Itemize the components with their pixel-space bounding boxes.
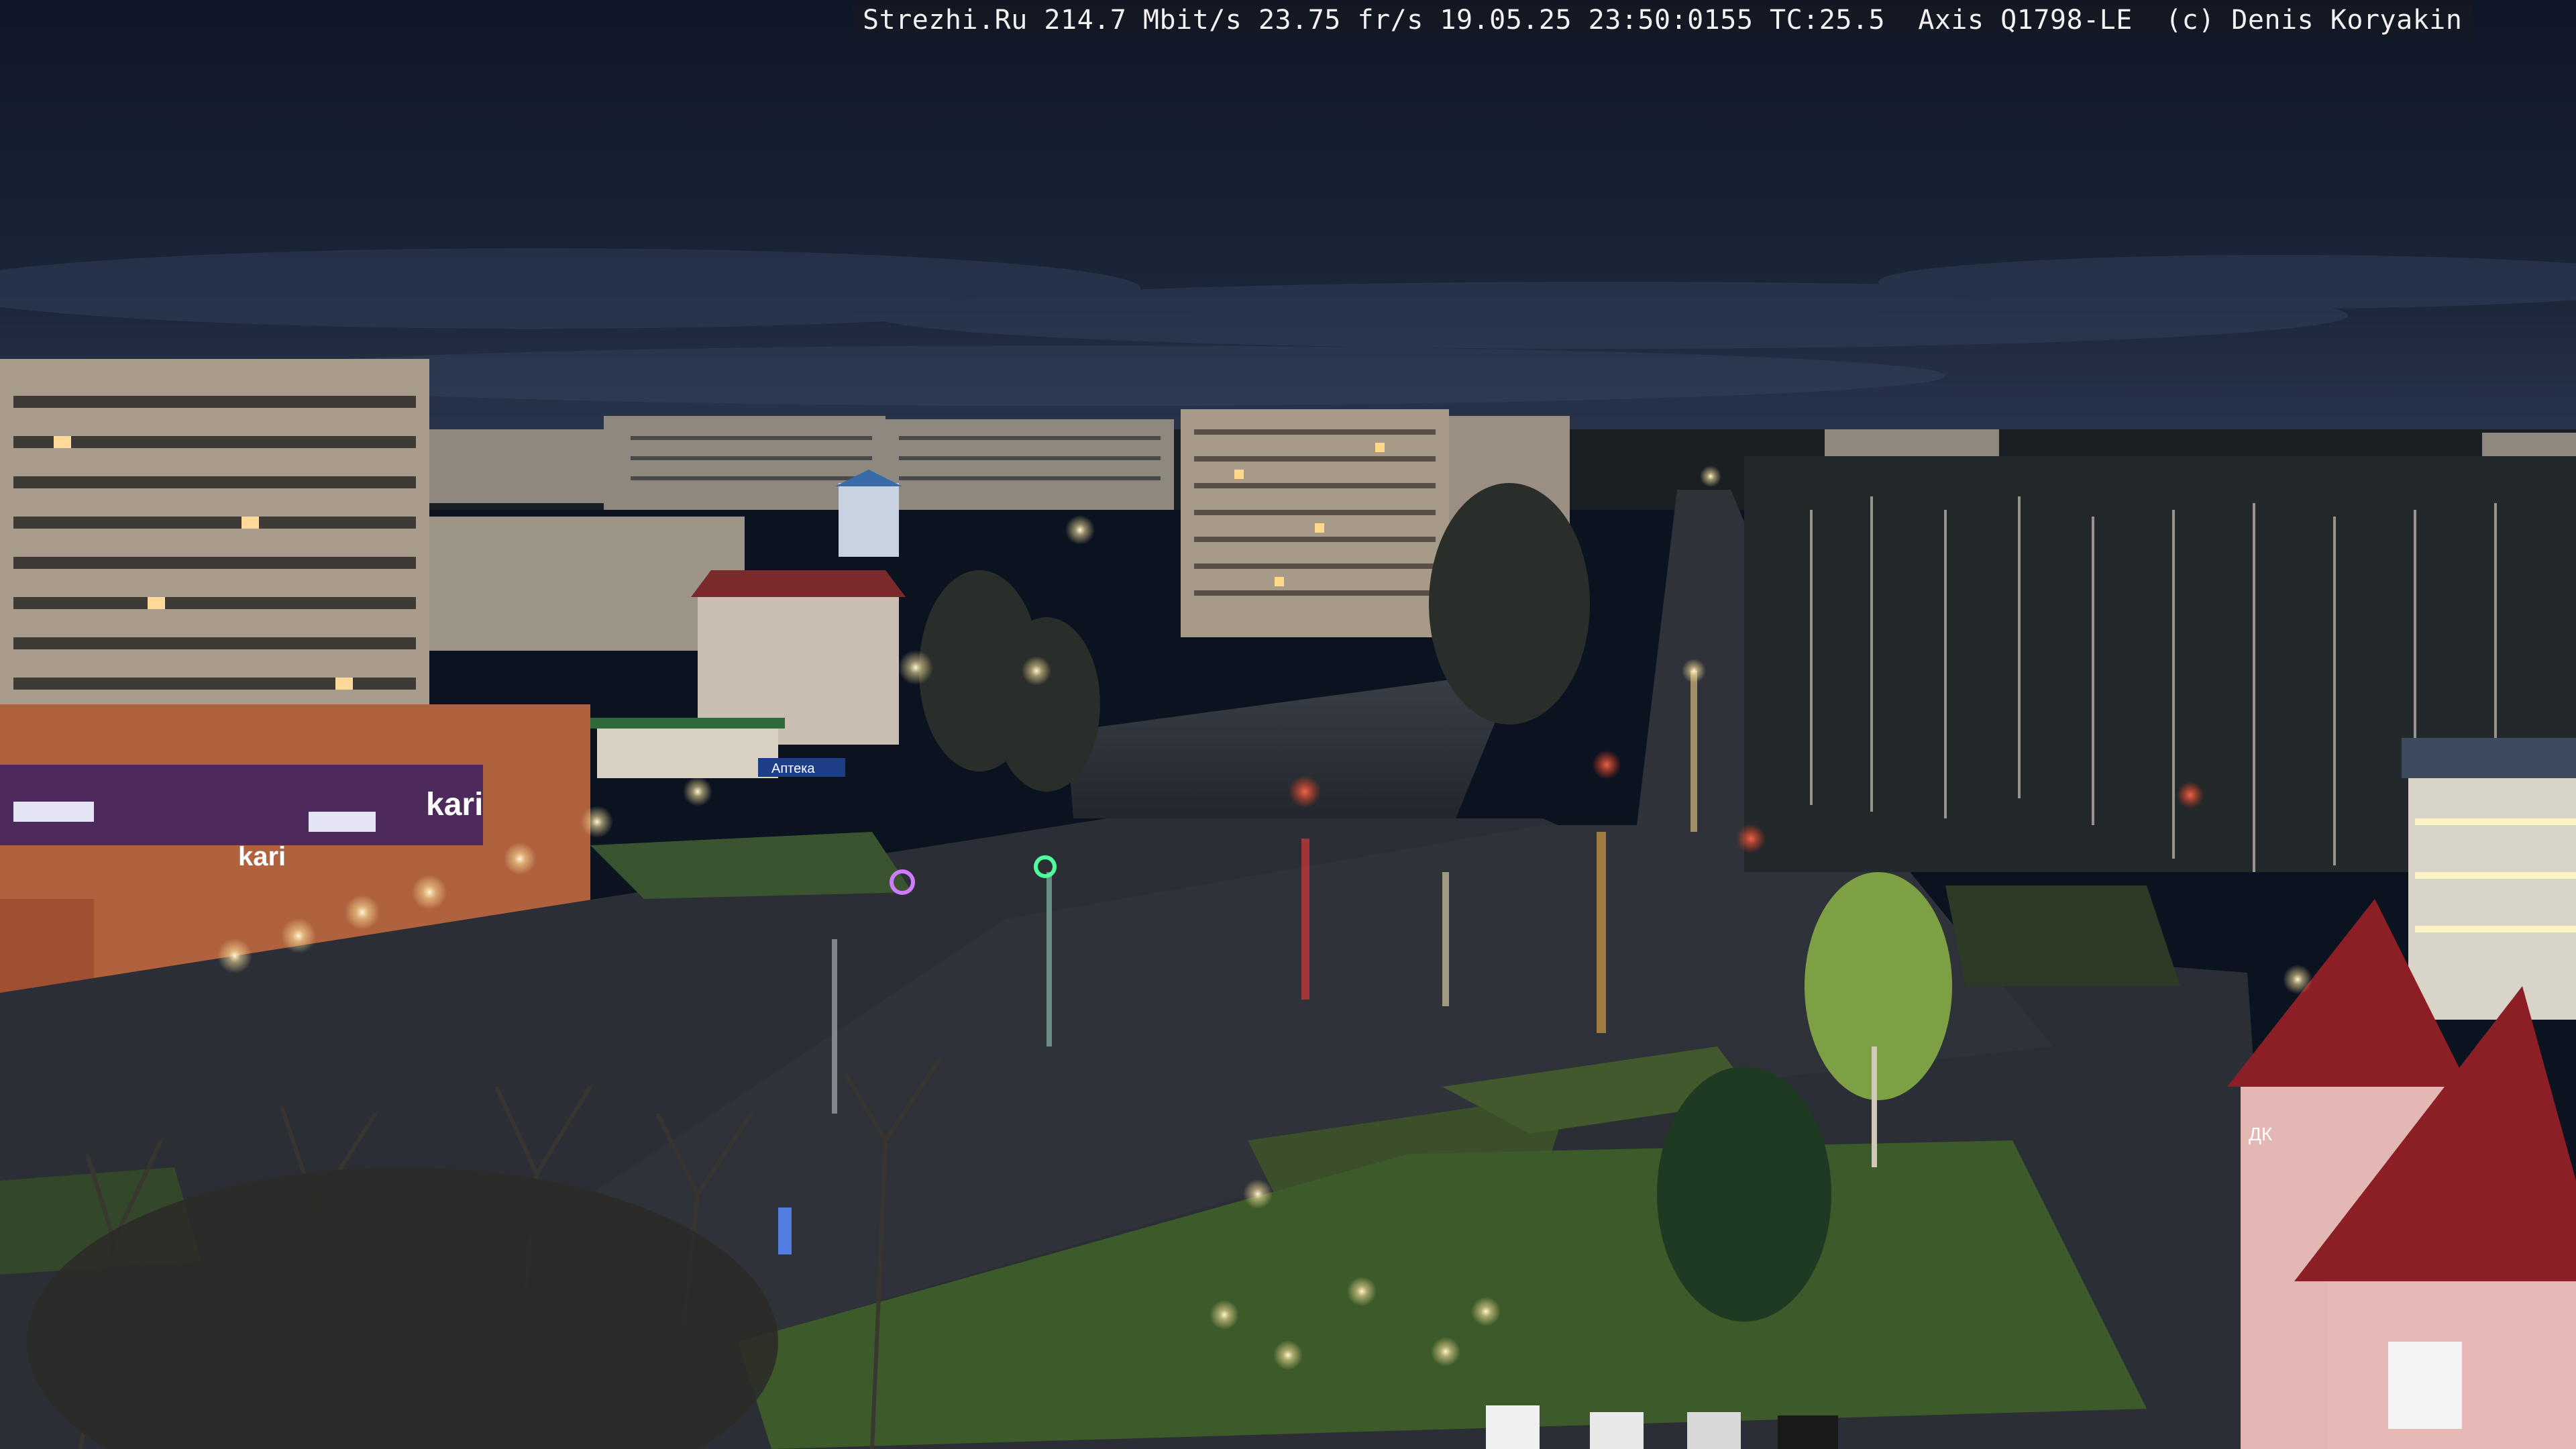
building-sign-dk: ДК xyxy=(2249,1124,2273,1144)
store-sign-kari-small: kari xyxy=(238,842,286,871)
camera-overlay-text: Strezhi.Ru 214.7 Mbit/s 23.75 fr/s 19.05… xyxy=(852,0,2473,40)
blue-tower xyxy=(839,483,899,557)
grass-island-3 xyxy=(1945,885,2180,986)
pharmacy-sign: Аптека xyxy=(771,761,815,776)
lawn-mid-left xyxy=(590,832,912,899)
mid-left-building xyxy=(429,517,745,651)
green-tree xyxy=(1805,872,1952,1100)
store-sign-kari-large: kari xyxy=(426,787,483,822)
left-apartment-windows xyxy=(13,396,416,730)
pharmacy-kiosk xyxy=(597,724,778,778)
webcam-frame: kari kari Аптека ДК Strezhi.Ru 214.7 Mbi… xyxy=(0,0,2576,1449)
city-night-view: kari kari Аптека ДК xyxy=(0,0,2576,1449)
neon-decoration xyxy=(778,1208,792,1254)
fir-tree xyxy=(1657,1067,1831,1322)
